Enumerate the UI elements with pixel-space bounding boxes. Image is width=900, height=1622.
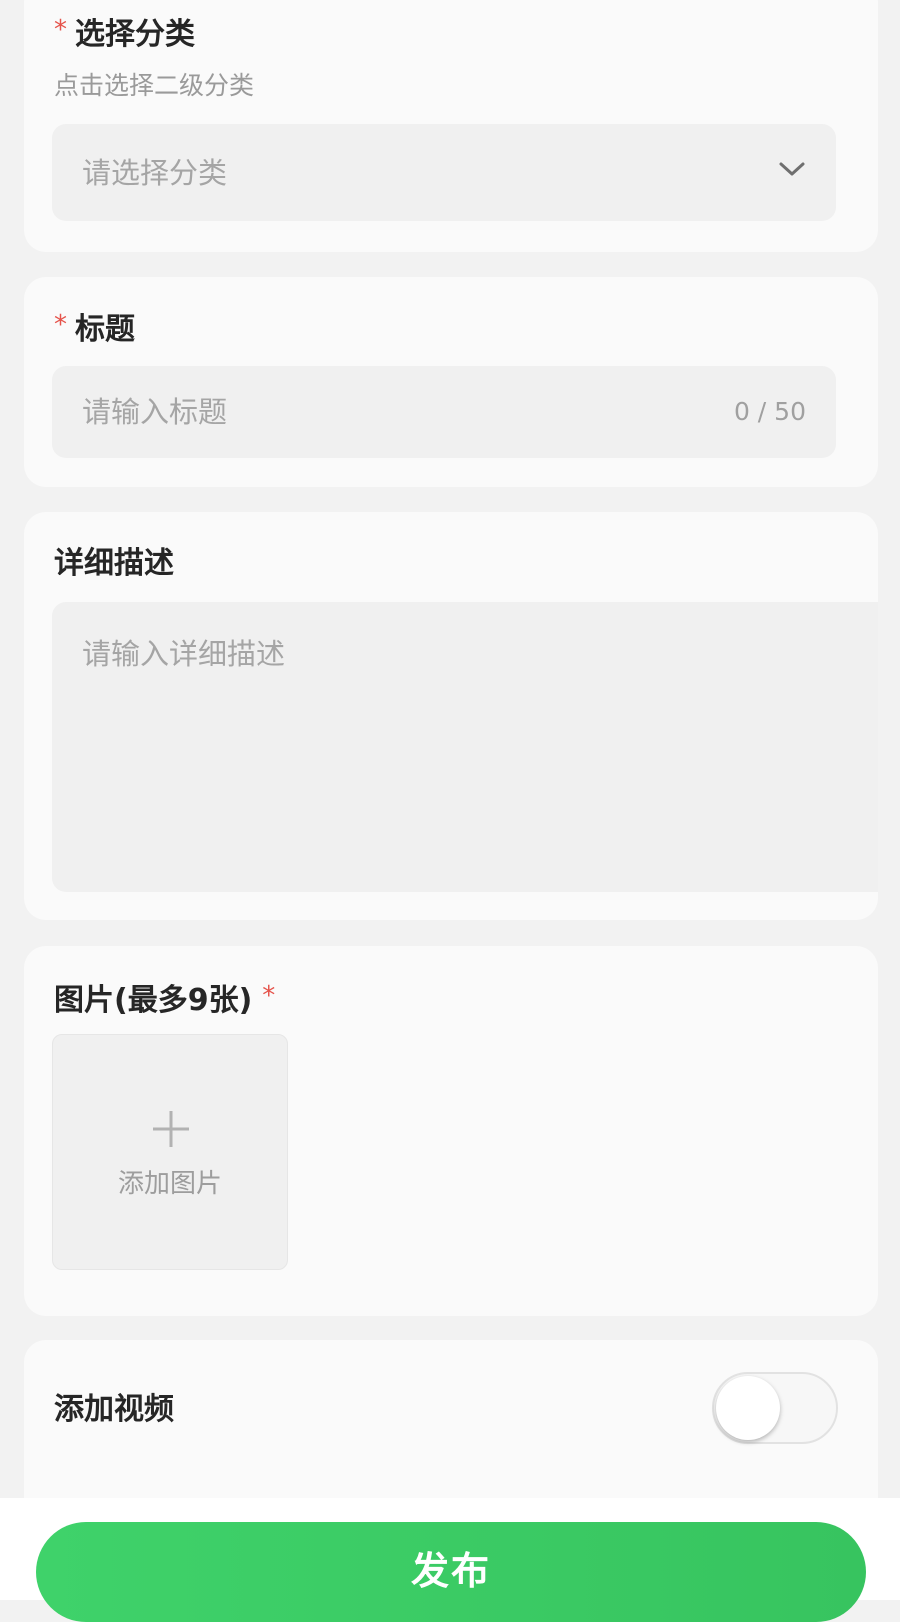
- images-label-row: 图片(最多9张) *: [54, 976, 275, 1021]
- title-label: 标题: [75, 312, 135, 347]
- title-char-counter: 0 / 50: [733, 397, 806, 426]
- required-mark: *: [54, 15, 67, 45]
- title-input[interactable]: 请输入标题 0 / 50: [52, 366, 836, 458]
- video-toggle-knob: [716, 1376, 780, 1440]
- category-card: * 选择分类 点击选择二级分类 请选择分类: [24, 0, 878, 252]
- add-image-button[interactable]: 添加图片: [52, 1034, 288, 1270]
- images-card: 图片(最多9张) * 添加图片: [24, 946, 878, 1316]
- category-label: 选择分类: [75, 17, 195, 52]
- plus-icon: [153, 1111, 189, 1147]
- images-label: 图片(最多9张): [54, 983, 253, 1018]
- category-label-row: * 选择分类: [54, 10, 195, 55]
- add-image-label: 添加图片: [117, 1169, 222, 1199]
- category-select[interactable]: 请选择分类: [52, 124, 836, 221]
- bottom-bar: 发布: [0, 1498, 900, 1622]
- description-label: 详细描述: [54, 546, 174, 581]
- title-card: * 标题 请输入标题 0 / 50: [24, 277, 878, 487]
- required-mark: *: [54, 310, 67, 340]
- title-label-row: * 标题: [54, 305, 135, 350]
- description-textarea[interactable]: 请输入详细描述: [52, 602, 878, 892]
- chevron-down-icon: [779, 162, 805, 176]
- category-hint: 点击选择二级分类: [54, 71, 255, 100]
- description-card: 详细描述 请输入详细描述: [24, 512, 878, 920]
- category-select-placeholder: 请选择分类: [82, 156, 228, 190]
- video-toggle[interactable]: [712, 1372, 838, 1444]
- video-label: 添加视频: [54, 1392, 174, 1427]
- description-placeholder: 请输入详细描述: [82, 637, 286, 671]
- required-mark: *: [262, 981, 276, 1011]
- title-input-placeholder: 请输入标题: [82, 395, 228, 429]
- publish-button[interactable]: 发布: [36, 1522, 866, 1622]
